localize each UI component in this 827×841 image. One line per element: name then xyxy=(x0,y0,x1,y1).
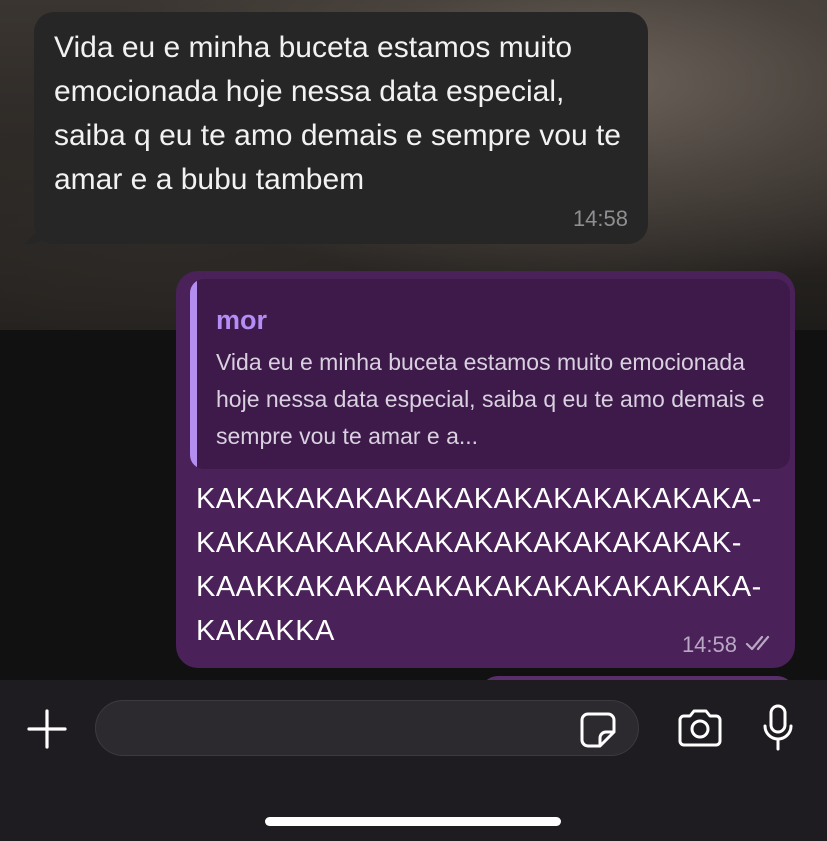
outgoing-message-meta: 14:58 xyxy=(682,632,775,658)
outgoing-message-line: KAKAKAKAKAKAKAKAKAKAKAKAKAK- xyxy=(196,527,742,559)
reply-quoted-text: Vida eu e minha buceta estamos muito emo… xyxy=(216,349,765,449)
reply-accent-bar xyxy=(190,279,197,469)
outgoing-message-line: KAAKKAKAKAKAKAKAKAKAKAKAKAKA- xyxy=(196,571,762,603)
incoming-message-time: 14:58 xyxy=(572,206,628,231)
read-double-check-icon xyxy=(745,632,775,658)
reply-quote[interactable]: mor Vida eu e minha buceta estamos muito… xyxy=(190,279,790,469)
outgoing-message-bubble[interactable]: mor Vida eu e minha buceta estamos muito… xyxy=(176,271,795,668)
reply-author: mor xyxy=(216,305,268,335)
message-input[interactable] xyxy=(95,700,639,756)
outgoing-message-text: KAKAKAKAKAKAKAKAKAKAKAKAKAKA- KAKAKAKAKA… xyxy=(196,477,787,653)
incoming-message-text: Vida eu e minha buceta estamos muito emo… xyxy=(54,31,621,196)
plus-icon[interactable] xyxy=(26,708,68,750)
incoming-message-bubble[interactable]: Vida eu e minha buceta estamos muito emo… xyxy=(24,12,648,244)
home-indicator[interactable] xyxy=(265,817,561,826)
sticker-icon[interactable] xyxy=(578,710,618,750)
outgoing-message-time: 14:58 xyxy=(681,632,737,657)
message-input-field[interactable] xyxy=(96,701,620,755)
outgoing-message-line: KAKAKAKAKAKAKAKAKAKAKAKAKAKA- xyxy=(196,483,762,515)
camera-icon[interactable] xyxy=(676,708,724,748)
microphone-icon[interactable] xyxy=(762,704,794,752)
